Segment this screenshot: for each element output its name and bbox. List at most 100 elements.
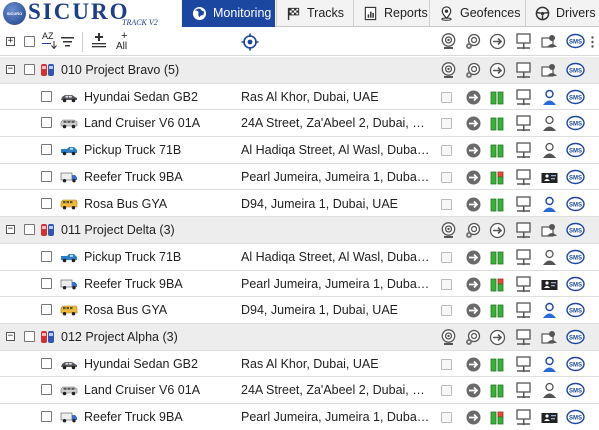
nav-arrow-icon[interactable] <box>464 88 483 107</box>
sms-icon[interactable]: SMS <box>566 248 585 267</box>
network-terminal-icon[interactable] <box>514 221 533 240</box>
add-to-list-icon[interactable] <box>91 33 107 49</box>
camera-checkbox[interactable] <box>441 118 452 130</box>
driver-card-icon[interactable] <box>540 61 559 80</box>
vehicle-name[interactable]: Hyundai Sedan GB2 <box>84 90 198 104</box>
camera-checkbox[interactable] <box>441 412 452 424</box>
nav-arrow-icon[interactable] <box>464 168 483 187</box>
sms-icon[interactable]: SMS <box>566 301 585 320</box>
collapse-group-icon[interactable]: − <box>6 65 15 74</box>
sms-icon[interactable]: SMS <box>566 408 585 427</box>
signal-bars-icon[interactable] <box>488 195 507 214</box>
driver-icon[interactable] <box>540 248 559 267</box>
sms-icon[interactable]: SMS <box>566 195 585 214</box>
vehicle-checkbox[interactable] <box>41 170 52 182</box>
network-terminal-icon[interactable] <box>514 168 533 187</box>
tab-reports[interactable]: Reports <box>353 0 429 27</box>
driver-card-icon[interactable] <box>540 32 559 51</box>
group-checkbox[interactable] <box>24 64 35 75</box>
driver-card-dark-icon[interactable] <box>540 168 559 187</box>
vehicle-name[interactable]: Reefer Truck 9BA <box>84 170 183 184</box>
driver-active-icon[interactable] <box>540 88 559 107</box>
settings-cog-icon[interactable] <box>464 328 483 347</box>
signal-bars-icon[interactable] <box>488 114 507 133</box>
sms-icon[interactable]: SMS <box>566 88 585 107</box>
nav-arrow-icon[interactable] <box>464 408 483 427</box>
replay-arrow-icon[interactable] <box>488 328 507 347</box>
sort-alpha-icon[interactable]: AZ <box>42 32 57 52</box>
network-terminal-icon[interactable] <box>514 114 533 133</box>
camera-checkbox[interactable] <box>441 251 452 263</box>
vehicle-checkbox[interactable] <box>41 250 52 262</box>
settings-cog-icon[interactable] <box>464 61 483 80</box>
driver-card-dark-icon[interactable] <box>540 408 559 427</box>
sms-icon[interactable]: SMS <box>566 32 585 51</box>
camera-checkbox[interactable] <box>441 171 452 183</box>
sms-icon[interactable]: SMS <box>566 61 585 80</box>
network-terminal-icon[interactable] <box>514 61 533 80</box>
collapse-group-icon[interactable]: − <box>6 225 15 235</box>
vehicle-row[interactable]: Land Cruiser V6 01A 24A Street, Za'Abeel … <box>0 110 599 138</box>
nav-arrow-icon[interactable] <box>464 275 483 294</box>
network-terminal-icon[interactable] <box>514 381 533 400</box>
sms-icon[interactable]: SMS <box>566 328 585 347</box>
sms-icon[interactable]: SMS <box>566 141 585 160</box>
sms-icon[interactable]: SMS <box>566 275 585 294</box>
group-row[interactable]: − 010 Project Bravo (5) SMS <box>0 57 599 84</box>
signal-bars-icon[interactable] <box>488 248 507 267</box>
settings-cog-icon[interactable] <box>464 221 483 240</box>
network-terminal-icon[interactable] <box>514 32 533 51</box>
network-terminal-icon[interactable] <box>514 355 533 374</box>
vehicle-name[interactable]: Pickup Truck 71B <box>84 250 181 264</box>
vehicle-row[interactable]: Hyundai Sedan GB2 Ras Al Khor, Dubai, UAE… <box>0 84 599 111</box>
camera-icon[interactable] <box>439 32 458 51</box>
signal-bars-icon[interactable] <box>488 355 507 374</box>
camera-checkbox[interactable] <box>441 91 452 103</box>
nav-arrow-icon[interactable] <box>464 141 483 160</box>
driver-card-icon[interactable] <box>540 221 559 240</box>
driver-card-dark-icon[interactable] <box>540 275 559 294</box>
filter-list-icon[interactable] <box>61 36 74 48</box>
camera-icon[interactable] <box>439 328 458 347</box>
vehicle-row[interactable]: Rosa Bus GYA D94, Jumeira 1, Dubai, UAE SM… <box>0 297 599 324</box>
locate-target-icon[interactable] <box>241 33 259 51</box>
tab-drivers[interactable]: Drivers <box>525 0 599 27</box>
vehicle-checkbox[interactable] <box>41 277 52 289</box>
vehicle-checkbox[interactable] <box>41 304 52 316</box>
driver-icon[interactable] <box>540 114 559 133</box>
nav-arrow-icon[interactable] <box>464 114 483 133</box>
replay-arrow-icon[interactable] <box>488 61 507 80</box>
vehicle-name[interactable]: Land Cruiser V6 01A <box>84 383 200 397</box>
vehicle-checkbox[interactable] <box>41 117 52 129</box>
select-all-checkbox[interactable] <box>24 36 35 47</box>
signal-bars-icon[interactable] <box>488 141 507 160</box>
network-terminal-icon[interactable] <box>514 248 533 267</box>
network-terminal-icon[interactable] <box>514 88 533 107</box>
driver-icon[interactable] <box>540 381 559 400</box>
vehicle-name[interactable]: Rosa Bus GYA <box>84 197 167 211</box>
vehicle-name[interactable]: Pickup Truck 71B <box>84 143 181 157</box>
camera-checkbox[interactable] <box>441 198 452 210</box>
camera-checkbox[interactable] <box>441 385 452 397</box>
vehicle-name[interactable]: Reefer Truck 9BA <box>84 277 183 291</box>
vehicle-row[interactable]: Pickup Truck 71B Al Hadiqa Street, Al Was… <box>0 244 599 271</box>
vehicle-row[interactable]: Reefer Truck 9BA Pearl Jumeira, Jumeira 1… <box>0 164 599 191</box>
signal-mixed-icon[interactable] <box>488 168 507 187</box>
vehicle-row[interactable]: Pickup Truck 71B Al Hadiqa Street, Al Was… <box>0 137 599 164</box>
vehicle-name[interactable]: Reefer Truck 9BA <box>84 410 183 424</box>
network-terminal-icon[interactable] <box>514 275 533 294</box>
camera-icon[interactable] <box>439 221 458 240</box>
driver-active-icon[interactable] <box>540 301 559 320</box>
camera-checkbox[interactable] <box>441 145 452 157</box>
sms-icon[interactable]: SMS <box>566 114 585 133</box>
camera-checkbox[interactable] <box>441 358 452 370</box>
sms-icon[interactable]: SMS <box>566 221 585 240</box>
nav-arrow-icon[interactable] <box>464 248 483 267</box>
group-checkbox[interactable] <box>24 224 35 236</box>
vehicle-checkbox[interactable] <box>41 384 52 396</box>
nav-arrow-icon[interactable] <box>464 355 483 374</box>
tab-monitoring[interactable]: Monitoring <box>182 0 275 27</box>
tab-tracks[interactable]: Tracks <box>276 0 353 27</box>
settings-cog-icon[interactable] <box>464 32 483 51</box>
nav-arrow-icon[interactable] <box>464 381 483 400</box>
